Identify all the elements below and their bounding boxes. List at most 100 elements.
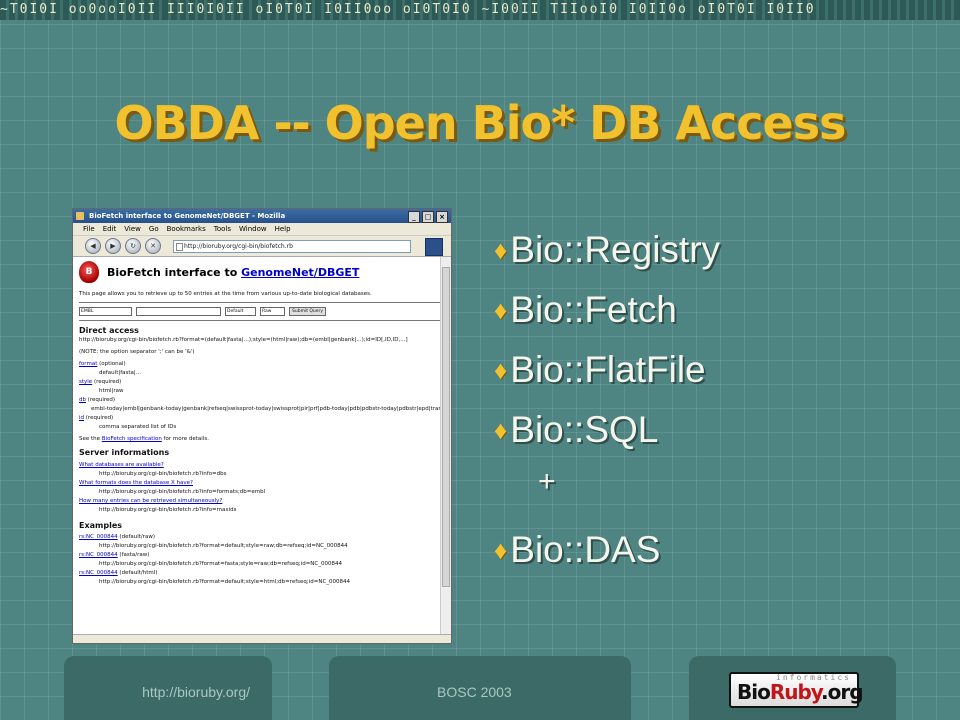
menu-window[interactable]: Window bbox=[239, 223, 267, 235]
example-link[interactable]: rs:NC_000844 bbox=[79, 534, 118, 540]
id-input[interactable] bbox=[136, 307, 221, 316]
bullet-text: Bio::Fetch bbox=[510, 289, 677, 330]
example-link[interactable]: rs:NC_000844 bbox=[79, 552, 118, 558]
diamond-bullet-icon: ♦ bbox=[494, 535, 508, 565]
menu-file[interactable]: File bbox=[83, 223, 95, 235]
bullet-text: Bio::DAS bbox=[510, 529, 661, 570]
direct-access-heading: Direct access bbox=[79, 326, 139, 335]
databases-url: http://bioruby.org/cgi-bin/biofetch.rb?i… bbox=[99, 471, 227, 477]
browser-screenshot: BioFetch interface to GenomeNet/DBGET - … bbox=[72, 208, 452, 644]
maxids-url: http://bioruby.org/cgi-bin/biofetch.rb?i… bbox=[99, 507, 237, 513]
bullet-item: ♦ Bio::Registry bbox=[494, 220, 720, 280]
bullet-item: ♦ Bio::DAS bbox=[494, 520, 720, 580]
footer-event-tab: BOSC 2003 bbox=[329, 656, 631, 720]
bullet-text: Bio::FlatFile bbox=[510, 349, 706, 390]
bullet-text: Bio::Registry bbox=[510, 229, 721, 270]
logo-ruby: Ruby bbox=[769, 680, 822, 704]
biofetch-spec-link[interactable]: BioFetch specification bbox=[102, 436, 162, 442]
db-link[interactable]: db bbox=[79, 397, 86, 403]
url-text: http://bioruby.org/cgi-bin/biofetch.rb bbox=[184, 242, 293, 250]
db-values: embl-today|embl|genbank-today|genbank|re… bbox=[91, 406, 445, 412]
scrollbar-thumb[interactable] bbox=[442, 267, 450, 587]
back-icon[interactable]: ◀ bbox=[85, 238, 101, 254]
menu-go[interactable]: Go bbox=[149, 223, 159, 235]
menu-edit[interactable]: Edit bbox=[103, 223, 117, 235]
top-decorative-strip: ~T0I0I oo0ooI0II III0I0II oI0T0I I0II0oo… bbox=[0, 0, 960, 20]
format-link[interactable]: format bbox=[79, 361, 97, 367]
diamond-bullet-icon: ♦ bbox=[494, 295, 508, 325]
logo-org: .org bbox=[821, 680, 864, 704]
format-select[interactable]: Default bbox=[225, 307, 256, 316]
page-icon bbox=[176, 242, 183, 251]
bullet-text: Bio::SQL bbox=[510, 409, 659, 450]
menu-bookmarks[interactable]: Bookmarks bbox=[167, 223, 206, 235]
minimize-button[interactable]: _ bbox=[408, 211, 420, 223]
see-suffix: for more details. bbox=[161, 436, 209, 442]
diamond-bullet-icon: ♦ bbox=[494, 235, 508, 265]
slide-title: OBDA -- Open Bio* DB Access bbox=[114, 96, 846, 150]
diamond-bullet-icon: ♦ bbox=[494, 355, 508, 385]
divider bbox=[79, 302, 441, 303]
page-heading-text: BioFetch interface to bbox=[107, 265, 242, 279]
maximize-button[interactable]: □ bbox=[422, 211, 434, 223]
examples-heading: Examples bbox=[79, 521, 123, 530]
example-url: http://bioruby.org/cgi-bin/biofetch.rb?f… bbox=[99, 543, 348, 549]
bullet-list: ♦ Bio::Registry ♦ Bio::Fetch ♦ Bio::FlatFil… bbox=[494, 220, 720, 580]
db-select[interactable]: EMBL bbox=[79, 307, 132, 316]
example-link[interactable]: rs:NC_000844 bbox=[79, 570, 118, 576]
menu-view[interactable]: View bbox=[124, 223, 141, 235]
logo-bio: Bio bbox=[737, 680, 771, 704]
diamond-bullet-icon: ♦ bbox=[494, 415, 508, 445]
plus-sign: + bbox=[538, 465, 556, 498]
window-title: BioFetch interface to GenomeNet/DBGET - … bbox=[89, 212, 286, 220]
stop-icon[interactable]: ✕ bbox=[145, 238, 161, 254]
id-values: comma separated list of IDs bbox=[99, 424, 177, 430]
example-note: (default/raw) bbox=[117, 534, 156, 540]
bioruby-logo-icon: B bbox=[79, 261, 99, 283]
style-values: html|raw bbox=[99, 388, 124, 394]
style-select[interactable]: Raw bbox=[260, 307, 285, 316]
menu-bar: File Edit View Go Bookmarks Tools Window… bbox=[73, 223, 451, 236]
menu-help[interactable]: Help bbox=[275, 223, 291, 235]
see-prefix: See the bbox=[79, 436, 102, 442]
id-req: (required) bbox=[84, 415, 114, 421]
style-link[interactable]: style bbox=[79, 379, 92, 385]
submit-query-button[interactable]: Submit Query bbox=[289, 307, 327, 316]
close-button[interactable]: × bbox=[436, 211, 448, 223]
reload-icon[interactable]: ↻ bbox=[125, 238, 141, 254]
style-req: (required) bbox=[92, 379, 122, 385]
maxids-link[interactable]: How many entries can be retrieved simult… bbox=[79, 498, 445, 505]
server-info-heading: Server informations bbox=[79, 448, 170, 457]
example-note: (fasta/raw) bbox=[117, 552, 150, 558]
logo-letter: B bbox=[85, 266, 93, 277]
menu-tools[interactable]: Tools bbox=[214, 223, 231, 235]
formats-link[interactable]: What formats does the database X have? bbox=[79, 480, 445, 487]
page-heading: BioFetch interface to GenomeNet/DBGET bbox=[107, 265, 359, 279]
logo-wordmark: BioRuby.org bbox=[737, 680, 864, 704]
databases-link[interactable]: What databases are available? bbox=[79, 462, 445, 469]
query-form: EMBL Default Raw Submit Query bbox=[79, 307, 445, 316]
vertical-scrollbar[interactable] bbox=[440, 257, 451, 635]
forward-icon[interactable]: ▶ bbox=[105, 238, 121, 254]
formats-url: http://bioruby.org/cgi-bin/biofetch.rb?i… bbox=[99, 489, 266, 495]
bullet-item: ♦ Bio::Fetch bbox=[494, 280, 720, 340]
window-titlebar: BioFetch interface to GenomeNet/DBGET - … bbox=[73, 209, 451, 223]
divider bbox=[79, 320, 441, 321]
url-bar[interactable]: http://bioruby.org/cgi-bin/biofetch.rb bbox=[173, 239, 411, 253]
intro-text: This page allows you to retrieve up to 5… bbox=[79, 291, 372, 297]
url-pattern: http://bioruby.org/cgi-bin/biofetch.rb?f… bbox=[79, 337, 408, 343]
genomenet-link[interactable]: GenomeNet/DBGET bbox=[241, 266, 359, 279]
bullet-item: ♦ Bio::SQL bbox=[494, 400, 720, 460]
footer-url: http://bioruby.org/ bbox=[142, 684, 250, 700]
bioruby-brand-logo: informatics BioRuby.org bbox=[729, 672, 864, 708]
mozilla-window-icon bbox=[76, 212, 84, 220]
navigation-toolbar: ◀ ▶ ↻ ✕ http://bioruby.org/cgi-bin/biofe… bbox=[73, 236, 451, 257]
footer-url-tab: http://bioruby.org/ bbox=[64, 656, 272, 720]
example-note: (default/html) bbox=[117, 570, 158, 576]
status-bar bbox=[73, 634, 451, 643]
separator-note: (NOTE: the option separator ';' can be '… bbox=[79, 349, 195, 355]
mozilla-throbber-icon bbox=[425, 238, 443, 256]
db-req: (required) bbox=[85, 397, 116, 403]
format-values: default|fasta|... bbox=[99, 370, 142, 376]
page-content: B BioFetch interface to GenomeNet/DBGET … bbox=[73, 257, 445, 635]
